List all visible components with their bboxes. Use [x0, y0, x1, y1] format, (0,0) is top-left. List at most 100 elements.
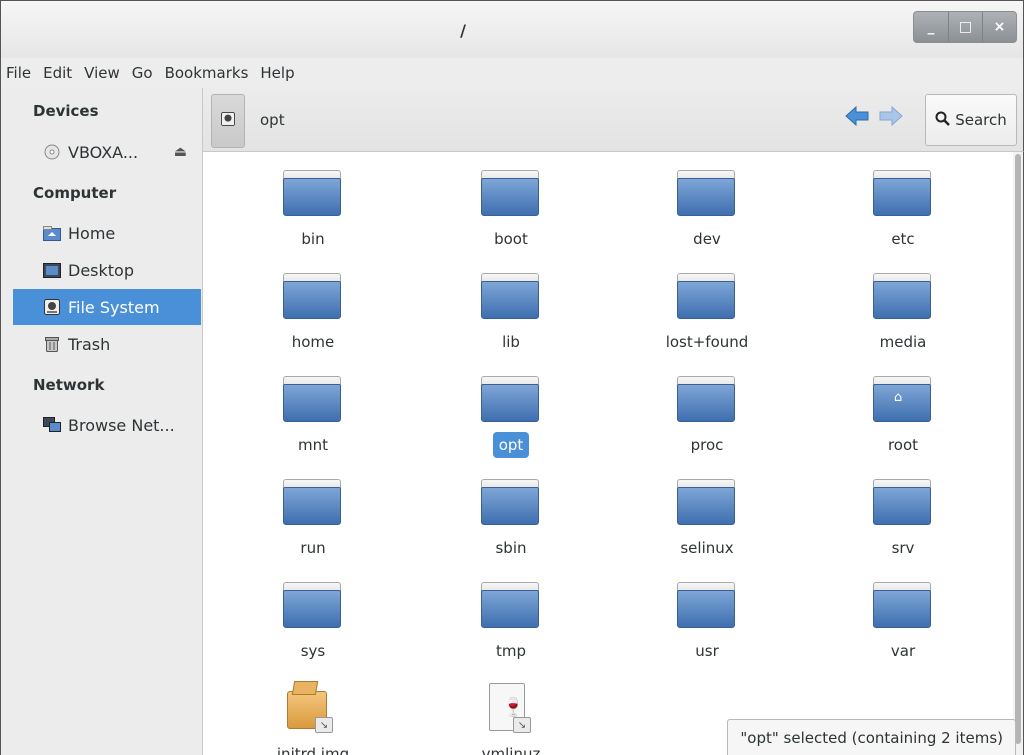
menu-edit[interactable]: Edit	[41, 64, 78, 82]
item-label: home	[291, 333, 335, 351]
item-label: media	[879, 333, 927, 351]
path-bar-label[interactable]: opt	[260, 111, 285, 129]
folder-item-proc[interactable]: proc	[617, 358, 797, 458]
folder-item-tmp[interactable]: tmp	[421, 564, 601, 664]
back-arrow-icon[interactable]	[845, 105, 869, 132]
menu-view[interactable]: View	[82, 64, 126, 82]
item-label: bin	[301, 230, 325, 248]
menu-bar: File Edit View Go Bookmarks Help	[0, 58, 1024, 88]
folder-item-run[interactable]: run	[223, 461, 403, 561]
folder-item-srv[interactable]: srv	[813, 461, 993, 561]
folder-item-bin[interactable]: bin	[223, 152, 403, 252]
minimize-button[interactable]: _	[914, 12, 948, 42]
sidebar-item-home[interactable]: Home	[13, 215, 201, 251]
file-item-vmlinuz[interactable]: 🍷 ↘ vmlinuz	[421, 667, 601, 755]
item-label-wrap: sbin	[421, 539, 601, 557]
folder-item-selinux[interactable]: selinux	[617, 461, 797, 561]
menu-help[interactable]: Help	[258, 64, 300, 82]
path-root-button[interactable]	[211, 94, 245, 148]
close-button[interactable]: ×	[982, 12, 1016, 42]
item-label-wrap: root	[813, 436, 993, 454]
item-label-wrap: var	[813, 642, 993, 660]
item-label: boot	[494, 230, 528, 248]
folder-icon	[481, 170, 539, 216]
item-label-wrap: home	[223, 333, 403, 351]
item-label: sbin	[495, 539, 527, 557]
folder-icon	[873, 273, 931, 319]
menu-bookmarks[interactable]: Bookmarks	[163, 64, 255, 82]
folder-icon	[677, 273, 735, 319]
folder-item-var[interactable]: var	[813, 564, 993, 664]
folder-icon	[481, 376, 539, 422]
sidebar-item-desktop[interactable]: Desktop	[13, 252, 201, 288]
folder-icon	[481, 479, 539, 525]
sidebar-item-label: File System	[68, 297, 160, 317]
folder-item-sys[interactable]: sys	[223, 564, 403, 664]
sidebar-item-vbox-device[interactable]: VBOXA... ⏏	[13, 134, 201, 170]
folder-item-root[interactable]: ⌂ root	[813, 358, 993, 458]
package-icon: ↘	[283, 681, 337, 735]
forward-arrow-icon[interactable]	[879, 105, 903, 132]
folder-icon	[481, 273, 539, 319]
folder-item-etc[interactable]: etc	[813, 152, 993, 252]
folder-item-lib[interactable]: lib	[421, 255, 601, 355]
folder-item-dev[interactable]: dev	[617, 152, 797, 252]
folder-item-home[interactable]: home	[223, 255, 403, 355]
home-icon	[43, 225, 61, 241]
menu-file[interactable]: File	[4, 64, 37, 82]
sidebar-item-label: Browse Net...	[68, 415, 175, 435]
folder-icon	[677, 582, 735, 628]
search-icon	[935, 111, 951, 130]
folder-icon	[481, 582, 539, 628]
folder-item-sbin[interactable]: sbin	[421, 461, 601, 561]
folder-icon	[283, 582, 341, 628]
item-label-wrap: bin	[223, 230, 403, 248]
cd-icon	[43, 144, 61, 160]
item-label: tmp	[495, 642, 526, 660]
file-item-initrd-img[interactable]: ↘ initrd.img	[223, 667, 403, 755]
desktop-icon	[43, 262, 61, 278]
item-label: usr	[695, 642, 719, 660]
maximize-button[interactable]: □	[948, 12, 982, 42]
search-label: Search	[955, 111, 1007, 129]
symlink-badge-icon: ↘	[513, 717, 531, 733]
item-label-wrap: proc	[617, 436, 797, 454]
sidebar-heading-computer: Computer	[33, 184, 117, 202]
item-label: run	[300, 539, 326, 557]
folder-item-boot[interactable]: boot	[421, 152, 601, 252]
sidebar-item-file-system[interactable]: File System	[13, 289, 201, 325]
search-button[interactable]: Search	[925, 94, 1017, 146]
item-label-wrap: media	[813, 333, 993, 351]
item-label-wrap: lib	[421, 333, 601, 351]
folder-item-opt[interactable]: opt	[421, 358, 601, 458]
folder-icon	[283, 273, 341, 319]
item-label-wrap: lost+found	[617, 333, 797, 351]
folder-item-mnt[interactable]: mnt	[223, 358, 403, 458]
item-label: var	[890, 642, 916, 660]
window-title: /	[460, 21, 466, 40]
trash-icon	[43, 336, 61, 352]
item-label-wrap: vmlinuz	[421, 745, 601, 755]
folder-icon	[677, 479, 735, 525]
sidebar-item-browse-network[interactable]: Browse Net...	[13, 407, 201, 443]
item-label-wrap: run	[223, 539, 403, 557]
sidebar-item-trash[interactable]: Trash	[13, 326, 201, 362]
item-label-wrap: initrd.img	[223, 745, 403, 755]
folder-icon	[873, 582, 931, 628]
folder-item-media[interactable]: media	[813, 255, 993, 355]
menu-go[interactable]: Go	[130, 64, 159, 82]
item-label: proc	[690, 436, 724, 454]
eject-icon[interactable]: ⏏	[174, 144, 187, 160]
folder-icon	[677, 376, 735, 422]
folder-item-lost-found[interactable]: lost+found	[617, 255, 797, 355]
folder-item-usr[interactable]: usr	[617, 564, 797, 664]
item-label: vmlinuz	[481, 745, 541, 755]
scrollbar-thumb[interactable]	[1015, 154, 1021, 744]
sidebar-heading-devices: Devices	[33, 102, 99, 120]
item-label: root	[887, 436, 919, 454]
sidebar-heading-network: Network	[33, 376, 105, 394]
toolbar: opt Search	[203, 88, 1024, 152]
vertical-scrollbar[interactable]	[1013, 152, 1023, 755]
item-label-wrap: usr	[617, 642, 797, 660]
item-label: lib	[502, 333, 520, 351]
